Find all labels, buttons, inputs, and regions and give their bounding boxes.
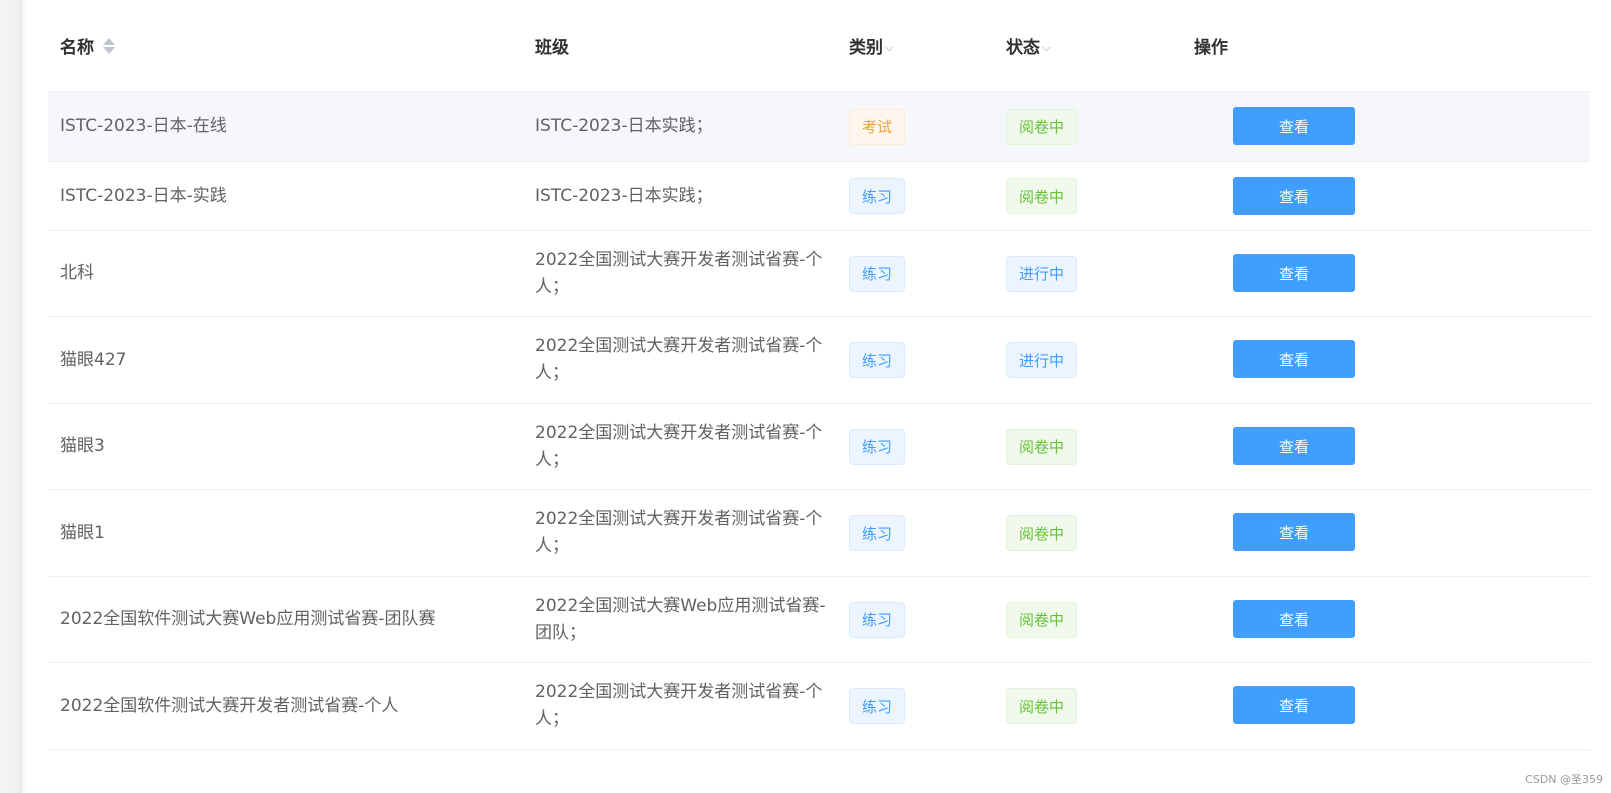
table-row: 北科 2022全国测试大赛开发者测试省赛-个人； 练习 进行中 查看 bbox=[48, 231, 1590, 317]
category-tag: 练习 bbox=[849, 515, 906, 551]
status-tag: 阅卷中 bbox=[1006, 428, 1078, 465]
view-button[interactable]: 查看 bbox=[1233, 427, 1355, 465]
category-tag: 练习 bbox=[849, 428, 906, 465]
status-tag: 进行中 bbox=[1006, 255, 1078, 292]
table-header: 名称 班级 类别 ⌵ 状态 ⌵ 操作 bbox=[48, 0, 1590, 92]
table-row: 猫眼427 2022全国测试大赛开发者测试省赛-个人； 练习 进行中 查看 bbox=[48, 317, 1590, 404]
row-name: ISTC-2023-日本-实践 bbox=[60, 185, 227, 206]
row-name: 猫眼427 bbox=[60, 349, 127, 370]
row-class: 2022全国测试大赛开发者测试省赛-个人； bbox=[535, 336, 823, 383]
view-button[interactable]: 查看 bbox=[1233, 107, 1355, 145]
header-status-label: 状态 bbox=[1006, 38, 1040, 58]
sort-icon[interactable] bbox=[102, 37, 116, 55]
row-name: 猫眼3 bbox=[60, 436, 105, 456]
category-tag: 练习 bbox=[849, 178, 906, 214]
table-row: ISTC-2023-日本-在线 ISTC-2023-日本实践； 考试 阅卷中 查… bbox=[48, 92, 1590, 162]
status-tag: 阅卷中 bbox=[1006, 515, 1078, 551]
view-button[interactable]: 查看 bbox=[1233, 600, 1355, 638]
row-class: 2022全国测试大赛开发者测试省赛-个人； bbox=[535, 682, 823, 729]
status-tag: 进行中 bbox=[1006, 342, 1078, 378]
category-tag: 练习 bbox=[849, 601, 906, 638]
category-tag: 考试 bbox=[849, 108, 906, 145]
exam-table: 名称 班级 类别 ⌵ 状态 ⌵ 操作 ISTC-2023-日本-在线 ISTC-… bbox=[48, 0, 1590, 750]
header-operation: 操作 bbox=[1194, 0, 1494, 91]
category-tag: 练习 bbox=[849, 688, 906, 724]
view-button[interactable]: 查看 bbox=[1233, 513, 1355, 551]
header-name[interactable]: 名称 bbox=[60, 0, 520, 91]
status-tag: 阅卷中 bbox=[1006, 108, 1078, 145]
row-class: 2022全国测试大赛Web应用测试省赛-团队； bbox=[535, 595, 826, 643]
table-row: 猫眼3 2022全国测试大赛开发者测试省赛-个人； 练习 阅卷中 查看 bbox=[48, 404, 1590, 490]
header-category-label: 类别 bbox=[849, 38, 883, 58]
header-status[interactable]: 状态 ⌵ bbox=[1006, 0, 1166, 91]
header-class-label: 班级 bbox=[535, 38, 569, 58]
row-class: 2022全国测试大赛开发者测试省赛-个人； bbox=[535, 422, 823, 470]
view-button[interactable]: 查看 bbox=[1233, 340, 1355, 378]
header-name-label: 名称 bbox=[60, 38, 94, 58]
row-class: 2022全国测试大赛开发者测试省赛-个人； bbox=[535, 509, 823, 556]
row-name: 北科 bbox=[60, 263, 94, 283]
status-tag: 阅卷中 bbox=[1006, 688, 1078, 724]
row-class: ISTC-2023-日本实践； bbox=[535, 185, 713, 206]
csdn-watermark: CSDN @圣359 bbox=[1525, 773, 1603, 786]
row-name: 2022全国软件测试大赛Web应用测试省赛-团队赛 bbox=[60, 609, 436, 629]
header-operation-label: 操作 bbox=[1194, 38, 1228, 58]
filter-arrow-icon[interactable]: ⌵ bbox=[1042, 41, 1050, 55]
header-class: 班级 bbox=[535, 0, 835, 91]
table-row: 2022全国软件测试大赛开发者测试省赛-个人 2022全国测试大赛开发者测试省赛… bbox=[48, 663, 1590, 750]
table-row: ISTC-2023-日本-实践 ISTC-2023-日本实践； 练习 阅卷中 查… bbox=[48, 162, 1590, 231]
row-class: ISTC-2023-日本实践； bbox=[535, 116, 713, 136]
header-category[interactable]: 类别 ⌵ bbox=[849, 0, 989, 91]
row-name: ISTC-2023-日本-在线 bbox=[60, 116, 227, 136]
status-tag: 阅卷中 bbox=[1006, 601, 1078, 638]
left-panel-edge bbox=[0, 0, 22, 793]
category-tag: 练习 bbox=[849, 255, 906, 292]
row-name: 2022全国软件测试大赛开发者测试省赛-个人 bbox=[60, 695, 399, 716]
view-button[interactable]: 查看 bbox=[1233, 686, 1355, 724]
row-name: 猫眼1 bbox=[60, 522, 105, 543]
table-row: 2022全国软件测试大赛Web应用测试省赛-团队赛 2022全国测试大赛Web应… bbox=[48, 577, 1590, 663]
category-tag: 练习 bbox=[849, 342, 906, 378]
filter-arrow-icon[interactable]: ⌵ bbox=[885, 41, 893, 55]
table-row: 猫眼1 2022全国测试大赛开发者测试省赛-个人； 练习 阅卷中 查看 bbox=[48, 490, 1590, 577]
status-tag: 阅卷中 bbox=[1006, 178, 1078, 214]
view-button[interactable]: 查看 bbox=[1233, 254, 1355, 292]
view-button[interactable]: 查看 bbox=[1233, 177, 1355, 215]
row-class: 2022全国测试大赛开发者测试省赛-个人； bbox=[535, 249, 823, 297]
